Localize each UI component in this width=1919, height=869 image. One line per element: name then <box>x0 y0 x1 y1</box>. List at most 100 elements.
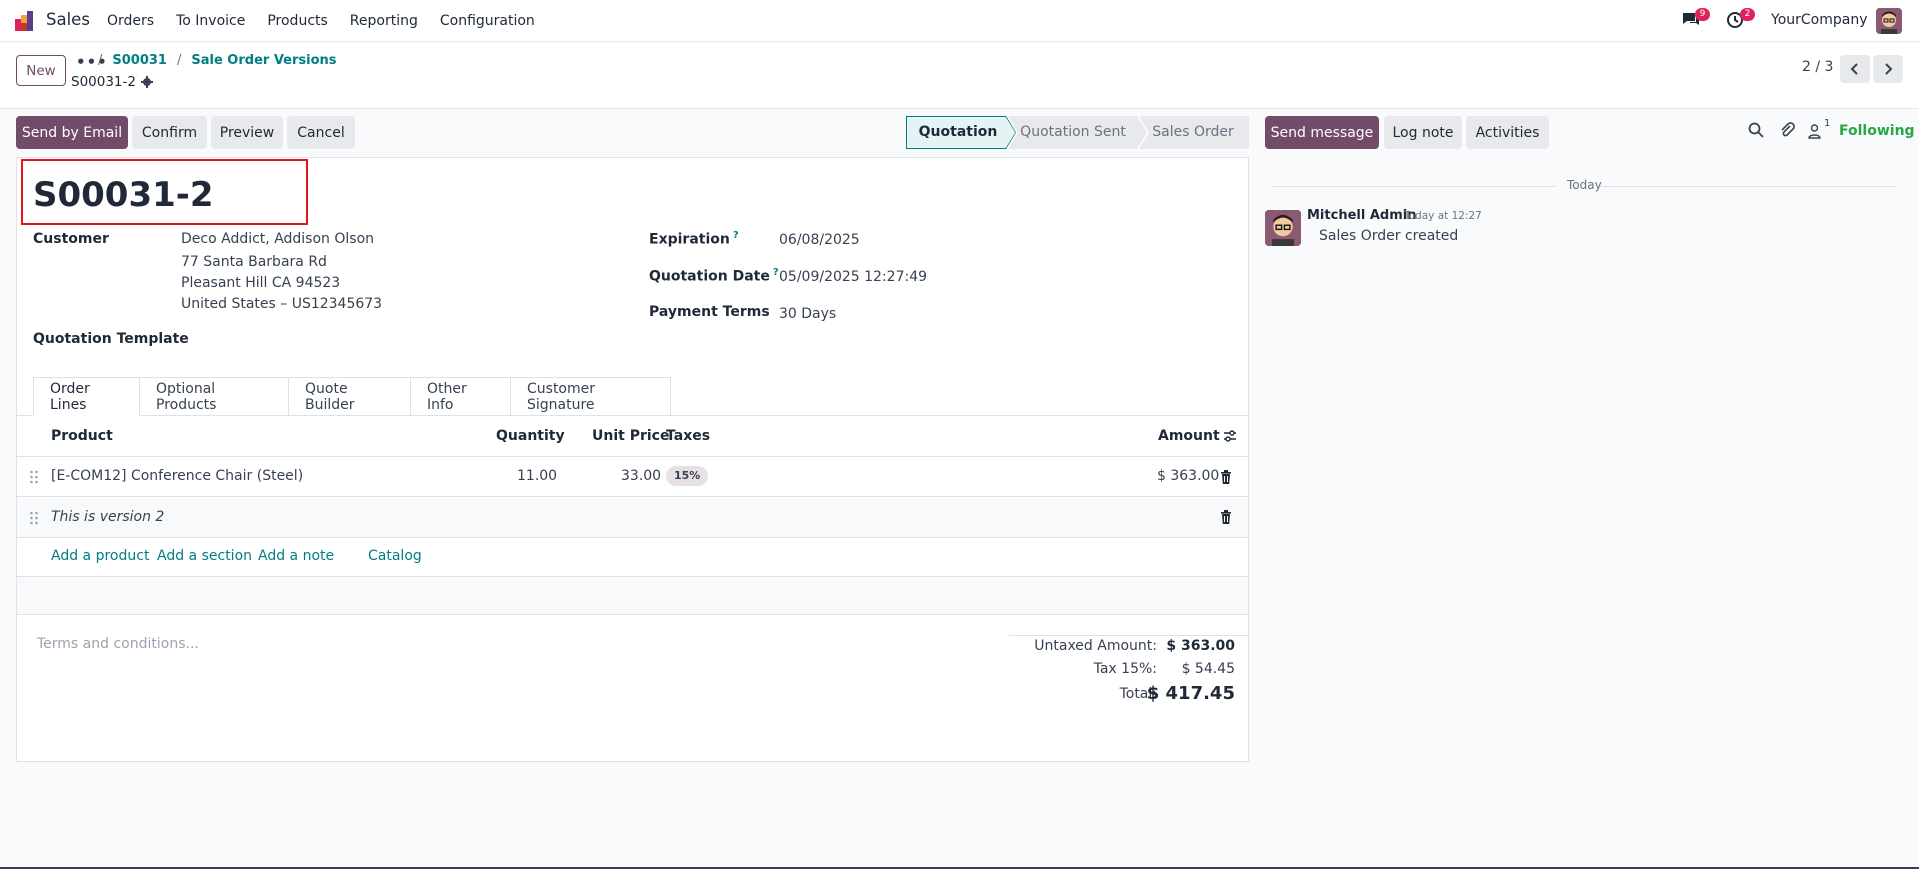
pager-value[interactable]: 2 / 3 <box>1802 59 1833 75</box>
date-divider-left <box>1271 186 1556 187</box>
add-section-link[interactable]: Add a section <box>157 548 252 564</box>
table-row-note[interactable]: This is version 2 <box>17 498 1248 538</box>
tab-customer-signature[interactable]: Customer Signature <box>511 377 671 416</box>
expiration-label-text: Expiration <box>649 231 730 248</box>
user-avatar[interactable] <box>1876 8 1902 34</box>
drag-handle-icon[interactable] <box>29 470 39 484</box>
app-name[interactable]: Sales <box>46 10 90 29</box>
customer-name[interactable]: Deco Addict, Addison Olson <box>181 231 374 247</box>
col-taxes[interactable]: Taxes <box>666 428 710 444</box>
message-body: Sales Order created <box>1319 228 1459 244</box>
quotation-date-value[interactable]: 05/09/2025 12:27:49 <box>779 269 927 285</box>
customer-street: 77 Santa Barbara Rd <box>181 254 327 270</box>
optional-columns-icon[interactable] <box>1223 429 1237 443</box>
date-divider-right <box>1600 186 1896 187</box>
stage-sales-order[interactable]: Sales Order <box>1152 124 1234 140</box>
following-button[interactable]: Following <box>1839 123 1915 139</box>
totals-block <box>1009 635 1248 636</box>
total-value: $ 417.45 <box>1146 683 1235 704</box>
breadcrumb-order[interactable]: S00031 <box>112 53 167 68</box>
pager-next-button[interactable] <box>1873 55 1903 83</box>
new-button[interactable]: New <box>16 55 66 86</box>
menu-reporting[interactable]: Reporting <box>350 13 418 29</box>
search-icon[interactable] <box>1748 122 1764 138</box>
customer-label: Customer <box>33 231 109 247</box>
add-note-link[interactable]: Add a note <box>258 548 334 564</box>
send-by-email-button[interactable]: Send by Email <box>16 116 128 149</box>
payment-terms-value[interactable]: 30 Days <box>779 306 836 322</box>
tab-other-info[interactable]: Other Info <box>411 377 511 416</box>
messages-badge: 9 <box>1695 8 1710 21</box>
stage-quotation[interactable]: Quotation <box>919 124 998 140</box>
tab-optional-products[interactable]: Optional Products <box>140 377 289 416</box>
expiration-value[interactable]: 06/08/2025 <box>779 232 860 248</box>
quotation-date-help-icon[interactable]: ? <box>773 267 779 278</box>
form-sheet: S00031-2 Customer Deco Addict, Addison O… <box>16 157 1249 762</box>
quotation-date-label: Quotation Date? <box>649 267 779 285</box>
catalog-link[interactable]: Catalog <box>368 548 422 564</box>
add-product-link[interactable]: Add a product <box>51 548 149 564</box>
line-quantity[interactable]: 11.00 <box>517 468 557 484</box>
quotation-template-label: Quotation Template <box>33 331 189 347</box>
message-avatar[interactable] <box>1265 210 1301 246</box>
tab-order-lines[interactable]: Order Lines <box>33 377 140 416</box>
notebook-tabs: Order Lines Optional Products Quote Buil… <box>33 377 671 416</box>
send-message-button[interactable]: Send message <box>1265 116 1379 149</box>
activities-button[interactable]: 2 <box>1726 8 1755 31</box>
paperclip-icon[interactable] <box>1779 122 1795 138</box>
expiration-help-icon[interactable]: ? <box>733 230 739 241</box>
drag-handle-icon[interactable] <box>29 511 39 525</box>
col-product[interactable]: Product <box>51 428 113 444</box>
customer-country-vat: United States – US12345673 <box>181 296 383 312</box>
activities-button[interactable]: Activities <box>1466 116 1549 149</box>
trash-icon[interactable] <box>1220 470 1232 484</box>
sales-app-icon[interactable] <box>15 11 37 31</box>
add-line-row: Add a product Add a section Add a note C… <box>17 537 1248 577</box>
trash-icon[interactable] <box>1220 510 1232 524</box>
customer-city: Pleasant Hill CA 94523 <box>181 275 341 291</box>
top-navbar: Sales Orders To Invoice Products Reporti… <box>0 0 1919 42</box>
terms-field[interactable]: Terms and conditions... <box>37 636 199 652</box>
tax-badge[interactable]: 15% <box>666 466 709 486</box>
col-quantity[interactable]: Quantity <box>496 428 565 444</box>
stage-quotation-sent[interactable]: Quotation Sent <box>1020 124 1126 140</box>
log-note-button[interactable]: Log note <box>1384 116 1462 149</box>
tax-value: $ 54.45 <box>1181 661 1235 677</box>
user-avatar-icon <box>1876 8 1902 34</box>
line-product[interactable]: [E-COM12] Conference Chair (Steel) <box>51 468 303 484</box>
col-amount[interactable]: Amount <box>1158 428 1220 444</box>
expiration-label: Expiration? <box>649 230 739 248</box>
message-author[interactable]: Mitchell Admin <box>1307 208 1416 223</box>
chevron-right-icon <box>1885 63 1893 75</box>
tab-quote-builder[interactable]: Quote Builder <box>289 377 411 416</box>
main-menu: Orders To Invoice Products Reporting Con… <box>107 13 557 29</box>
control-panel: New ••• / S00031 / Sale Order Versions S… <box>0 43 1919 109</box>
followers-count[interactable]: 1 <box>1824 118 1830 129</box>
record-name-text: S00031-2 <box>71 74 136 90</box>
order-title[interactable]: S00031-2 <box>33 175 214 215</box>
payment-terms-label: Payment Terms <box>649 304 770 320</box>
messages-button[interactable]: 9 <box>1681 8 1710 31</box>
untaxed-value: $ 363.00 <box>1166 638 1235 654</box>
gear-icon[interactable] <box>140 76 153 88</box>
company-switcher[interactable]: YourCompany <box>1771 12 1868 28</box>
menu-orders[interactable]: Orders <box>107 13 154 29</box>
preview-button[interactable]: Preview <box>211 116 283 149</box>
empty-row <box>17 577 1248 615</box>
chevron-left-icon <box>1850 63 1858 75</box>
pager-previous-button[interactable] <box>1840 55 1870 83</box>
author-avatar-icon <box>1265 210 1301 246</box>
table-row[interactable]: [E-COM12] Conference Chair (Steel) 11.00… <box>17 457 1248 497</box>
breadcrumb: / S00031 / Sale Order Versions <box>98 53 337 68</box>
record-name: S00031-2 <box>71 74 153 90</box>
menu-to-invoice[interactable]: To Invoice <box>176 13 245 29</box>
menu-products[interactable]: Products <box>267 13 327 29</box>
col-unit-price[interactable]: Unit Price <box>592 428 669 444</box>
note-text[interactable]: This is version 2 <box>51 509 164 525</box>
menu-configuration[interactable]: Configuration <box>440 13 535 29</box>
cancel-button[interactable]: Cancel <box>287 116 355 149</box>
line-unit-price[interactable]: 33.00 <box>621 468 661 484</box>
followers-icon[interactable] <box>1808 124 1821 139</box>
breadcrumb-versions[interactable]: Sale Order Versions <box>191 53 336 68</box>
confirm-button[interactable]: Confirm <box>132 116 207 149</box>
